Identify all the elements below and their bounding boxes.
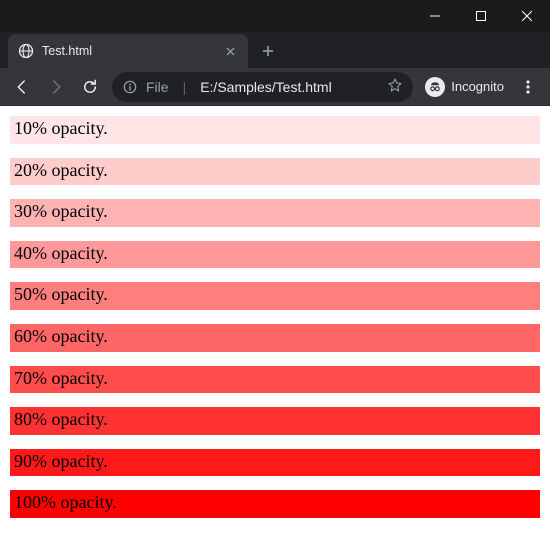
tab-close-button[interactable] (222, 43, 238, 59)
window-titlebar (0, 0, 550, 32)
incognito-indicator[interactable]: Incognito (419, 77, 510, 97)
opacity-bar: 90% opacity. (10, 449, 540, 477)
site-info-icon[interactable] (122, 79, 138, 95)
opacity-bar-label: 90% opacity. (14, 451, 108, 471)
bookmark-star-icon[interactable] (387, 77, 403, 96)
opacity-bar: 10% opacity. (10, 116, 540, 144)
url-path: E:/Samples/Test.html (200, 79, 332, 95)
address-bar[interactable]: File | E:/Samples/Test.html (112, 72, 413, 102)
window-minimize-button[interactable] (412, 0, 458, 32)
opacity-bar: 70% opacity. (10, 366, 540, 394)
new-tab-button[interactable] (254, 37, 282, 65)
opacity-bar-label: 70% opacity. (14, 368, 108, 388)
browser-tab[interactable]: Test.html (8, 34, 248, 68)
opacity-bar: 20% opacity. (10, 158, 540, 186)
opacity-bar-label: 50% opacity. (14, 284, 108, 304)
opacity-bar-label: 60% opacity. (14, 326, 108, 346)
opacity-bar-label: 80% opacity. (14, 409, 108, 429)
opacity-bar-label: 30% opacity. (14, 201, 108, 221)
window-close-button[interactable] (504, 0, 550, 32)
incognito-icon (425, 77, 445, 97)
window-maximize-button[interactable] (458, 0, 504, 32)
tab-title: Test.html (42, 44, 214, 58)
opacity-bar: 40% opacity. (10, 241, 540, 269)
back-button[interactable] (6, 71, 38, 103)
forward-button[interactable] (40, 71, 72, 103)
opacity-bar-label: 20% opacity. (14, 160, 108, 180)
opacity-bar: 30% opacity. (10, 199, 540, 227)
opacity-bar-label: 10% opacity. (14, 118, 108, 138)
url-separator: | (177, 79, 193, 95)
browser-menu-button[interactable] (512, 71, 544, 103)
tab-strip: Test.html (0, 32, 550, 68)
browser-toolbar: File | E:/Samples/Test.html Incognito (0, 68, 550, 106)
opacity-bar: 50% opacity. (10, 282, 540, 310)
opacity-bar: 80% opacity. (10, 407, 540, 435)
incognito-label: Incognito (451, 79, 504, 94)
reload-button[interactable] (74, 71, 106, 103)
page-content: 10% opacity. 20% opacity. 30% opacity. 40% … (0, 106, 550, 538)
globe-icon (18, 43, 34, 59)
opacity-bar-label: 40% opacity. (14, 243, 108, 263)
opacity-bar-label: 100% opacity. (14, 492, 117, 512)
opacity-bar: 100% opacity. (10, 490, 540, 518)
opacity-bar: 60% opacity. (10, 324, 540, 352)
url-scheme: File (146, 79, 169, 95)
